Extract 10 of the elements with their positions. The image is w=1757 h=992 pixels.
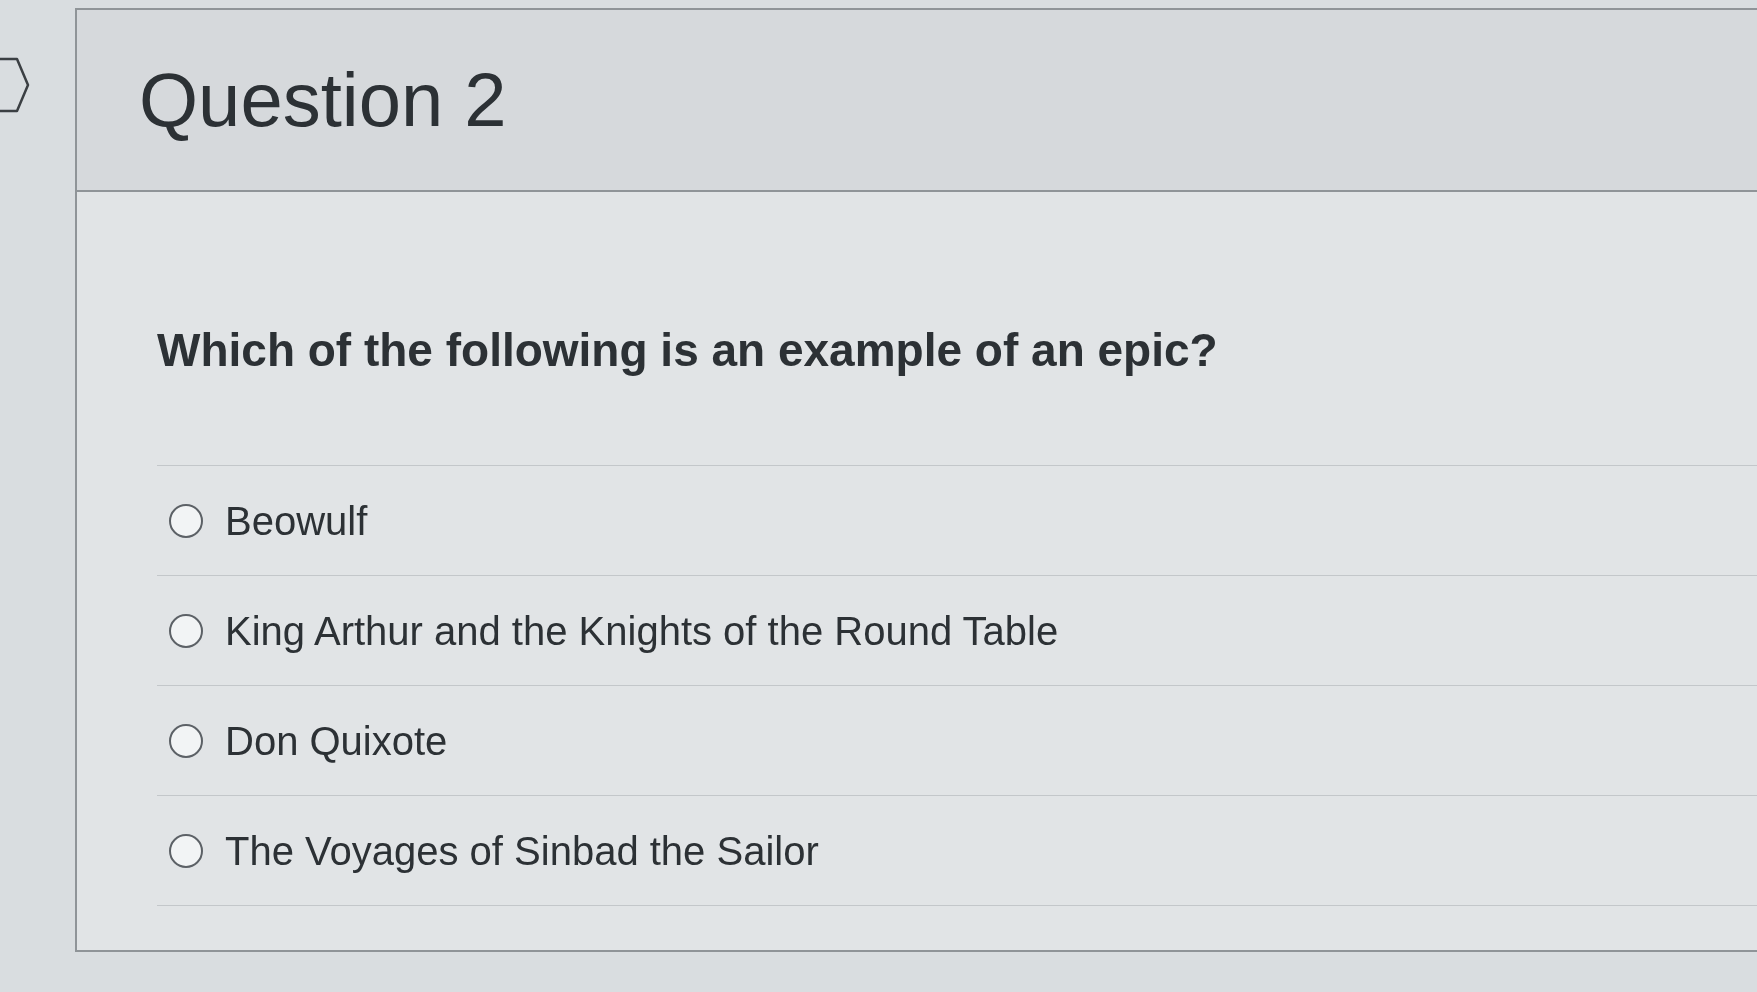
question-prompt: Which of the following is an example of an epic?	[157, 323, 1218, 378]
tag-outline-icon[interactable]	[0, 56, 30, 114]
radio-button[interactable]	[169, 833, 203, 868]
radio-button[interactable]	[169, 613, 203, 648]
answer-label[interactable]: King Arthur and the Knights of the Round Table	[225, 610, 1059, 651]
radio-button[interactable]	[169, 723, 203, 758]
radio-button[interactable]	[169, 503, 203, 538]
answer-label[interactable]: The Voyages of Sinbad the Sailor	[225, 830, 819, 871]
answer-label[interactable]: Don Quixote	[225, 720, 448, 761]
answer-label[interactable]: Beowulf	[225, 500, 368, 541]
